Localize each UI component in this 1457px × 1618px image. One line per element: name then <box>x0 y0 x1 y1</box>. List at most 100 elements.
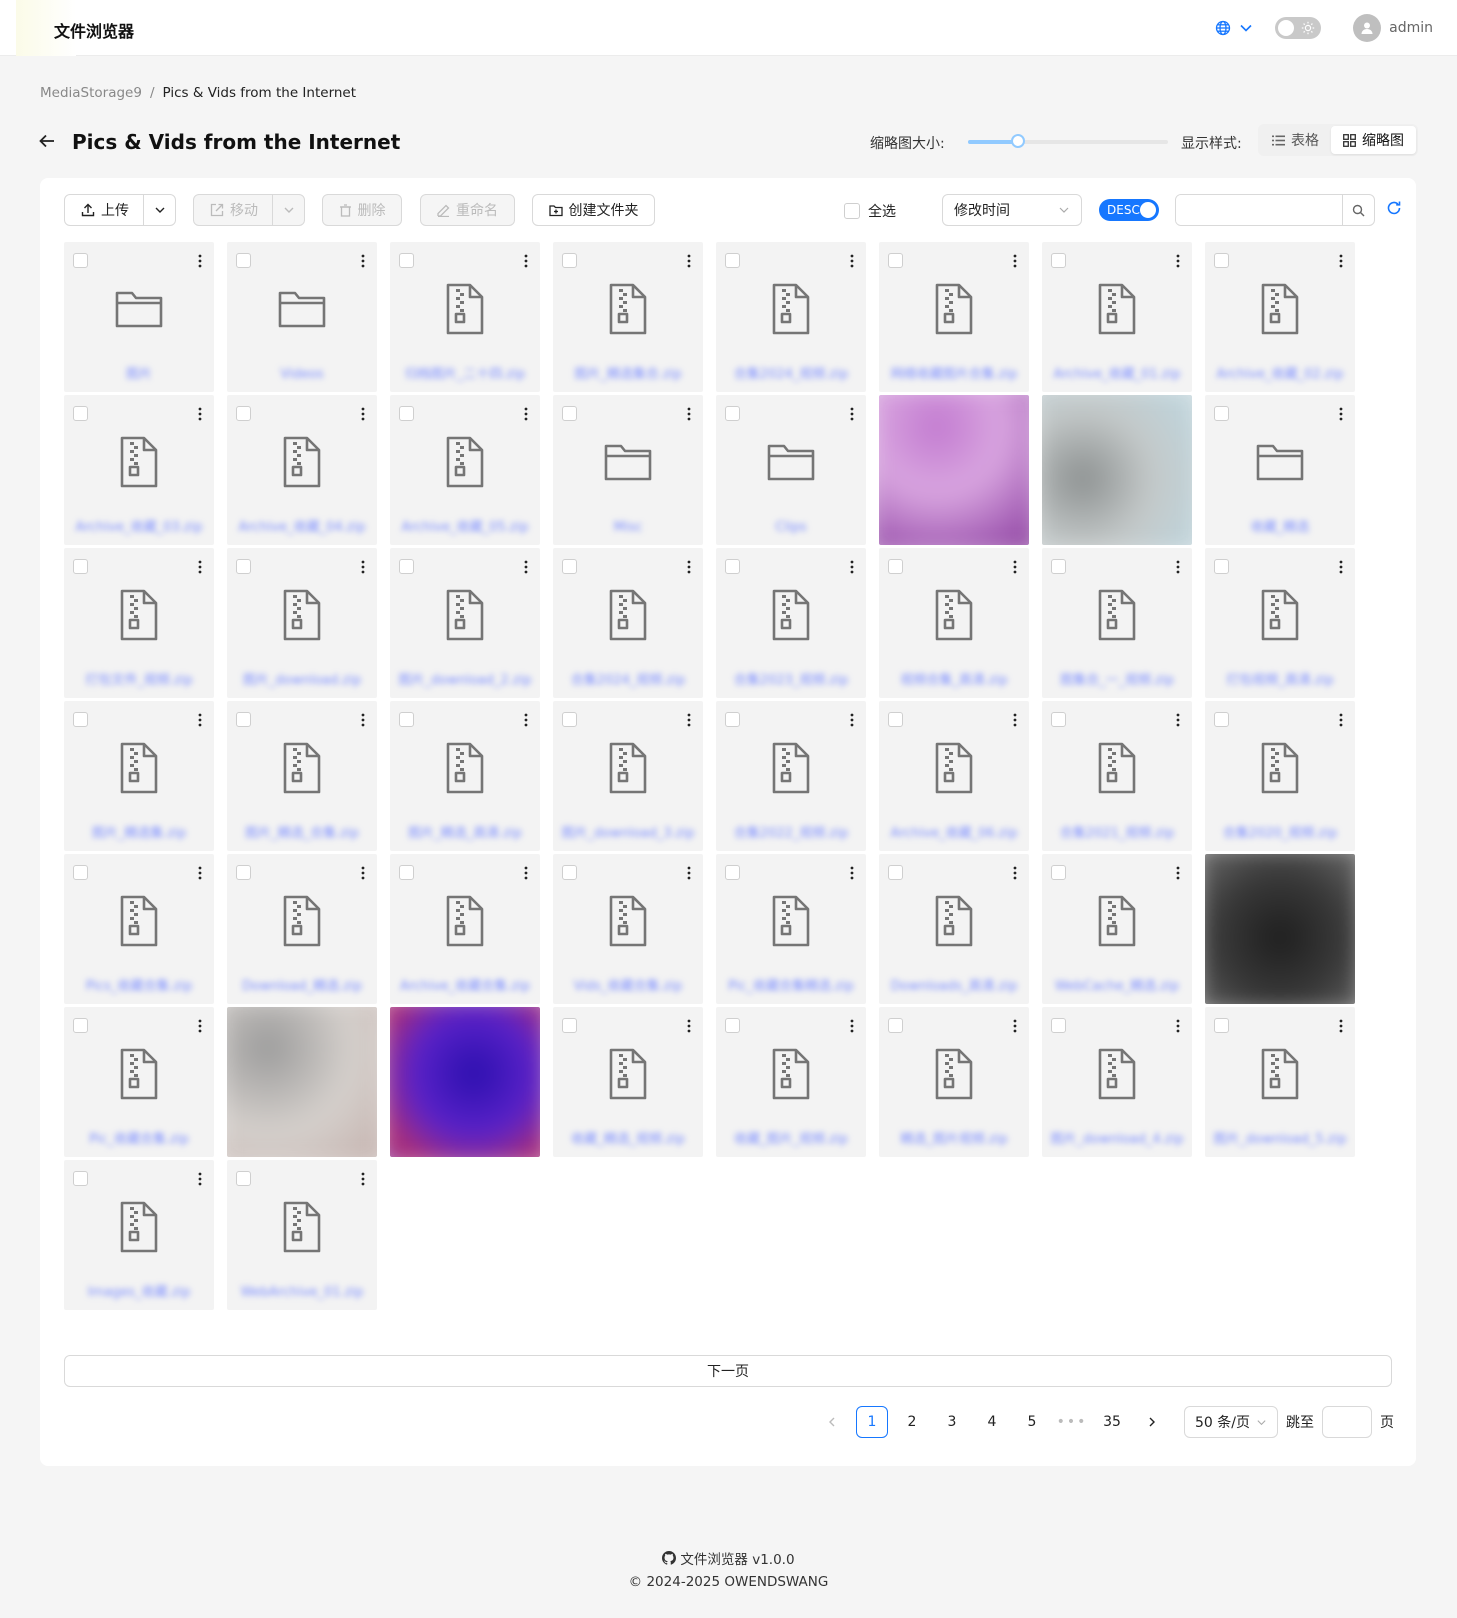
tile-checkbox[interactable] <box>73 406 88 421</box>
tile-checkbox[interactable] <box>236 406 251 421</box>
more-vertical-icon[interactable] <box>524 713 528 727</box>
theme-toggle[interactable] <box>1275 17 1322 39</box>
view-table-option[interactable]: 表格 <box>1260 126 1331 154</box>
move-button[interactable]: 移动 <box>193 194 305 226</box>
folder-tile[interactable]: Clips <box>716 395 866 545</box>
prev-page-icon[interactable] <box>816 1406 848 1438</box>
rename-button[interactable]: 重命名 <box>420 194 515 226</box>
more-vertical-icon[interactable] <box>687 713 691 727</box>
create-folder-button[interactable]: 创建文件夹 <box>532 194 655 226</box>
more-vertical-icon[interactable] <box>198 254 202 268</box>
tile-checkbox[interactable] <box>236 559 251 574</box>
file-tile[interactable]: Archive_收藏_05.zip <box>390 395 540 545</box>
tile-checkbox[interactable] <box>1214 253 1229 268</box>
more-vertical-icon[interactable] <box>361 254 365 268</box>
folder-tile[interactable]: 收藏_精选 <box>1205 395 1355 545</box>
more-vertical-icon[interactable] <box>850 254 854 268</box>
file-tile[interactable]: 图片_download_4.zip <box>1042 1007 1192 1157</box>
tile-checkbox[interactable] <box>1051 253 1066 268</box>
tile-checkbox[interactable] <box>1051 712 1066 727</box>
more-vertical-icon[interactable] <box>850 1019 854 1033</box>
file-tile[interactable]: WebCache_精选.zip <box>1042 854 1192 1004</box>
more-vertical-icon[interactable] <box>687 560 691 574</box>
more-vertical-icon[interactable] <box>850 866 854 880</box>
more-vertical-icon[interactable] <box>524 560 528 574</box>
tile-checkbox[interactable] <box>725 406 740 421</box>
more-vertical-icon[interactable] <box>1339 713 1343 727</box>
breadcrumb-root[interactable]: MediaStorage9 <box>40 85 142 101</box>
file-tile[interactable]: 合集2024_视频.zip <box>716 242 866 392</box>
tile-checkbox[interactable] <box>562 865 577 880</box>
tile-checkbox[interactable] <box>73 559 88 574</box>
language-chevron-down-icon[interactable] <box>1239 21 1253 35</box>
file-tile[interactable]: Pic_收藏合集精选.zip <box>716 854 866 1004</box>
tile-checkbox[interactable] <box>1051 559 1066 574</box>
tile-checkbox[interactable] <box>73 1018 88 1033</box>
more-vertical-icon[interactable] <box>1013 866 1017 880</box>
next-page-button[interactable]: 下一页 <box>64 1355 1392 1387</box>
file-tile[interactable]: 精选_图片视频.zip <box>879 1007 1029 1157</box>
tile-checkbox[interactable] <box>888 1018 903 1033</box>
image-tile[interactable] <box>1042 395 1192 545</box>
file-tile[interactable]: 合集2021_视频.zip <box>1042 701 1192 851</box>
folder-tile[interactable]: Videos <box>227 242 377 392</box>
file-tile[interactable]: Archive_收藏_04.zip <box>227 395 377 545</box>
more-vertical-icon[interactable] <box>1176 254 1180 268</box>
file-tile[interactable]: Pics_收藏合集.zip <box>64 854 214 1004</box>
file-tile[interactable]: Archive_收藏合集.zip <box>390 854 540 1004</box>
tile-checkbox[interactable] <box>236 865 251 880</box>
tile-checkbox[interactable] <box>73 253 88 268</box>
more-vertical-icon[interactable] <box>850 407 854 421</box>
more-vertical-icon[interactable] <box>1013 560 1017 574</box>
tile-checkbox[interactable] <box>562 1018 577 1033</box>
file-tile[interactable]: Images_收藏.zip <box>64 1160 214 1310</box>
file-tile[interactable]: 图片_download_2.zip <box>390 548 540 698</box>
folder-tile[interactable]: 图片 <box>64 242 214 392</box>
more-vertical-icon[interactable] <box>361 866 365 880</box>
tile-checkbox[interactable] <box>562 253 577 268</box>
tile-checkbox[interactable] <box>399 253 414 268</box>
more-vertical-icon[interactable] <box>687 254 691 268</box>
tile-checkbox[interactable] <box>236 1171 251 1186</box>
more-vertical-icon[interactable] <box>1339 1019 1343 1033</box>
image-tile[interactable] <box>390 1007 540 1157</box>
tile-checkbox[interactable] <box>399 865 414 880</box>
file-tile[interactable]: Archive_收藏_03.zip <box>64 395 214 545</box>
file-tile[interactable]: Archive_收藏_01.zip <box>1042 242 1192 392</box>
more-vertical-icon[interactable] <box>687 866 691 880</box>
tile-checkbox[interactable] <box>399 406 414 421</box>
file-tile[interactable]: 打包视频_高清.zip <box>1205 548 1355 698</box>
more-vertical-icon[interactable] <box>687 407 691 421</box>
file-tile[interactable]: 图片_精选集合.zip <box>553 242 703 392</box>
tile-checkbox[interactable] <box>562 406 577 421</box>
more-vertical-icon[interactable] <box>198 1172 202 1186</box>
slider-handle[interactable] <box>1011 134 1025 148</box>
tile-checkbox[interactable] <box>725 865 740 880</box>
select-all[interactable]: 全选 <box>844 201 896 221</box>
more-vertical-icon[interactable] <box>1176 1019 1180 1033</box>
search-input[interactable] <box>1176 195 1344 225</box>
tile-checkbox[interactable] <box>888 865 903 880</box>
page-size-select[interactable]: 50 条/页 <box>1184 1406 1278 1438</box>
file-tile[interactable]: 图片_download_3.zip <box>553 701 703 851</box>
tile-checkbox[interactable] <box>1214 559 1229 574</box>
tile-checkbox[interactable] <box>725 712 740 727</box>
tile-checkbox[interactable] <box>236 253 251 268</box>
jump-page-input[interactable] <box>1321 1406 1372 1438</box>
move-dropdown[interactable] <box>272 195 304 225</box>
more-vertical-icon[interactable] <box>198 560 202 574</box>
upload-button[interactable]: 上传 <box>64 194 176 226</box>
file-tile[interactable]: Vids_收藏合集.zip <box>553 854 703 1004</box>
back-arrow-icon[interactable] <box>38 132 58 152</box>
tile-checkbox[interactable] <box>1214 406 1229 421</box>
more-vertical-icon[interactable] <box>1339 560 1343 574</box>
more-vertical-icon[interactable] <box>1013 713 1017 727</box>
folder-tile[interactable]: Misc <box>553 395 703 545</box>
tile-checkbox[interactable] <box>73 1171 88 1186</box>
image-tile[interactable] <box>227 1007 377 1157</box>
file-tile[interactable]: 打包文件_视频.zip <box>64 548 214 698</box>
refresh-icon[interactable] <box>1386 200 1406 220</box>
more-vertical-icon[interactable] <box>1339 407 1343 421</box>
sort-select[interactable]: 修改时间 <box>942 194 1082 226</box>
tile-checkbox[interactable] <box>562 559 577 574</box>
